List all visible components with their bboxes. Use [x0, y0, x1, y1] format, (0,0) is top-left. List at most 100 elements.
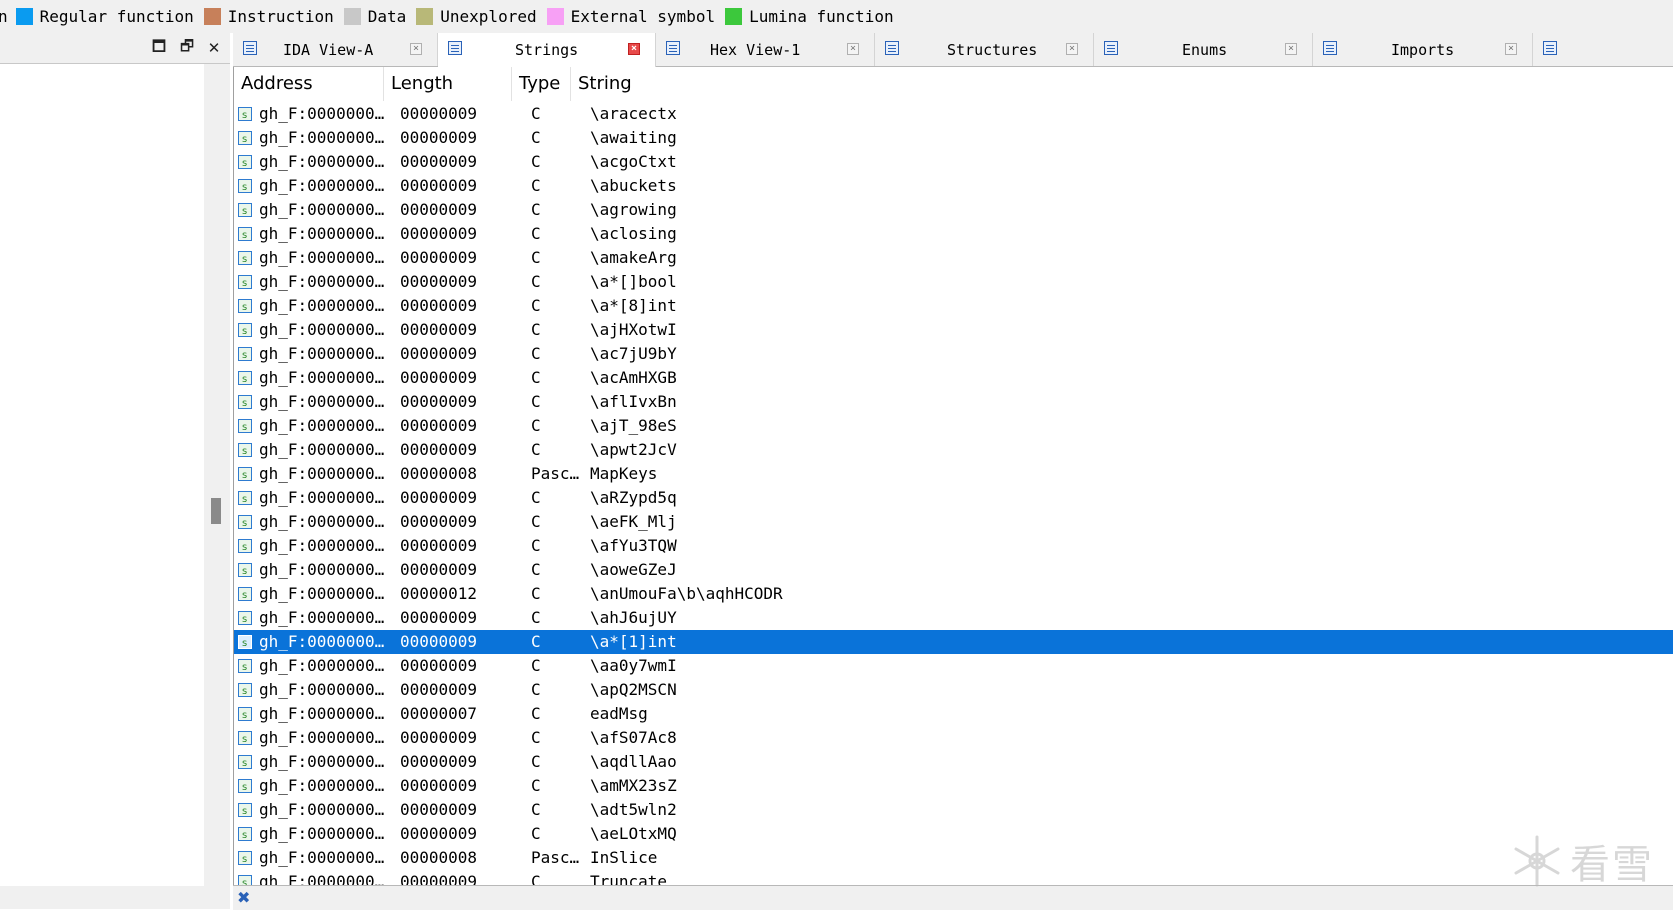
- address-cell: gh_F:0000000…: [259, 320, 385, 339]
- table-row[interactable]: gh_F:0000000… 00000009 C \apwt2JcV: [234, 438, 1673, 464]
- table-row[interactable]: gh_F:0000000… 00000009 C Truncate: [234, 870, 1673, 885]
- table-row[interactable]: gh_F:0000000… 00000009 C \aoweGZeJ: [234, 558, 1673, 584]
- tab-close-icon[interactable]: ×: [1066, 43, 1078, 55]
- table-row[interactable]: gh_F:0000000… 00000009 C \amakeArg: [234, 246, 1673, 272]
- length-cell: 00000009: [400, 392, 478, 411]
- table-row[interactable]: gh_F:0000000… 00000009 C \aa0y7wmI: [234, 654, 1673, 680]
- type-cell: C: [531, 560, 541, 579]
- table-row[interactable]: gh_F:0000000… 00000009 C \aracectx: [234, 102, 1673, 128]
- table-row[interactable]: gh_F:0000000… 00000009 C \agrowing: [234, 198, 1673, 224]
- overflow-tab-icon[interactable]: [1543, 41, 1557, 55]
- tab-close-icon[interactable]: ×: [1505, 43, 1517, 55]
- functions-list[interactable]: [0, 64, 204, 886]
- tab-strings[interactable]: Strings ×: [438, 33, 656, 67]
- column-header-length[interactable]: Length: [384, 67, 512, 101]
- string-cell: \aoweGZeJ: [590, 560, 677, 579]
- address-cell: gh_F:0000000…: [259, 848, 385, 867]
- string-cell: \afYu3TQW: [590, 536, 677, 555]
- tab-imports[interactable]: Imports ×: [1313, 33, 1533, 66]
- table-row[interactable]: gh_F:0000000… 00000009 C \aqdllAao: [234, 750, 1673, 776]
- string-item-icon: [238, 464, 252, 488]
- address-cell: gh_F:0000000…: [259, 824, 385, 843]
- table-row[interactable]: gh_F:0000000… 00000009 C \ac7jU9bY: [234, 342, 1673, 368]
- address-cell: gh_F:0000000…: [259, 704, 385, 723]
- length-cell: 00000009: [400, 200, 478, 219]
- tab-hex-view-1[interactable]: Hex View-1 ×: [656, 33, 875, 66]
- legend-truncated-label: n: [0, 7, 8, 26]
- table-row[interactable]: gh_F:0000000… 00000009 C \apQ2MSCN: [234, 678, 1673, 704]
- table-row[interactable]: gh_F:0000000… 00000009 C \a*[8]int: [234, 294, 1673, 320]
- string-item-icon: [238, 488, 252, 512]
- table-row[interactable]: gh_F:0000000… 00000009 C \ajT_98eS: [234, 414, 1673, 440]
- type-cell: C: [531, 488, 541, 507]
- length-cell: 00000012: [400, 584, 478, 603]
- column-header-type[interactable]: Type: [512, 67, 571, 101]
- tab-label: Strings: [515, 41, 579, 59]
- table-row[interactable]: gh_F:0000000… 00000012 C \anUmouFa\b\aqhHCO…: [234, 582, 1673, 608]
- legend-label: External symbol: [570, 7, 716, 26]
- table-row[interactable]: gh_F:0000000… 00000009 C \afS07Ac8: [234, 726, 1673, 752]
- column-header-string[interactable]: String: [571, 67, 1071, 101]
- table-row[interactable]: gh_F:0000000… 00000009 C \amMX23sZ: [234, 774, 1673, 800]
- tab-enums[interactable]: Enums ×: [1094, 33, 1313, 66]
- address-cell: gh_F:0000000…: [259, 776, 385, 795]
- column-header-address[interactable]: Address: [234, 67, 384, 101]
- functions-panel: 🗖 🗗 ✕: [0, 33, 230, 909]
- tab-close-icon[interactable]: ×: [628, 43, 640, 55]
- table-row[interactable]: gh_F:0000000… 00000009 C \aeLOtxMQ: [234, 822, 1673, 848]
- table-row[interactable]: gh_F:0000000… 00000009 C \aRZypd5q: [234, 486, 1673, 512]
- tab-close-icon[interactable]: ×: [847, 43, 859, 55]
- table-row[interactable]: gh_F:0000000… 00000009 C \abuckets: [234, 174, 1673, 200]
- table-row[interactable]: gh_F:0000000… 00000009 C \aeFK_Mlj: [234, 510, 1673, 536]
- string-item-icon: [238, 680, 252, 704]
- table-row[interactable]: gh_F:0000000… 00000009 C \aflIvxBn: [234, 390, 1673, 416]
- type-cell: C: [531, 584, 541, 603]
- string-item-icon: [238, 656, 252, 680]
- string-cell: \agrowing: [590, 200, 677, 219]
- string-item-icon: [238, 872, 252, 885]
- table-row[interactable]: gh_F:0000000… 00000009 C \adt5wln2: [234, 798, 1673, 824]
- address-cell: gh_F:0000000…: [259, 440, 385, 459]
- close-icon[interactable]: ✕: [203, 37, 225, 59]
- table-row[interactable]: gh_F:0000000… 00000007 CeadMsg: [234, 702, 1673, 728]
- tab-label: Imports: [1391, 41, 1455, 59]
- string-item-icon: [238, 752, 252, 776]
- table-row[interactable]: gh_F:0000000… 00000009 C \a*[]bool: [234, 270, 1673, 296]
- legend-label: Regular function: [39, 7, 194, 26]
- watermark-text: 看雪: [1570, 842, 1654, 888]
- table-row[interactable]: gh_F:0000000… 00000008 Pasc… MapKeys: [234, 462, 1673, 488]
- tab-structures[interactable]: Structures ×: [875, 33, 1094, 66]
- type-cell: C: [531, 656, 541, 675]
- vertical-scrollbar-thumb[interactable]: [211, 498, 221, 524]
- string-item-icon: [238, 392, 252, 416]
- tab-ida-view-a[interactable]: IDA View-A ×: [233, 33, 438, 66]
- table-row[interactable]: gh_F:0000000… 00000009 C \a*[1]int: [234, 630, 1673, 656]
- string-item-icon: [238, 536, 252, 560]
- type-cell: C: [531, 392, 541, 411]
- segment-legend: n Regular function Instruction Data Unexplo…: [0, 0, 1673, 33]
- tab-close-icon[interactable]: ×: [1285, 43, 1297, 55]
- table-row[interactable]: gh_F:0000000… 00000008 Pasc… InSlice: [234, 846, 1673, 872]
- string-cell: \ahJ6ujUY: [590, 608, 677, 627]
- tab-close-icon[interactable]: ×: [410, 43, 422, 55]
- table-row[interactable]: gh_F:0000000… 00000009 C \afYu3TQW: [234, 534, 1673, 560]
- table-row[interactable]: gh_F:0000000… 00000009 C \ahJ6ujUY: [234, 606, 1673, 632]
- legend-item: Lumina function: [725, 7, 894, 26]
- address-cell: gh_F:0000000…: [259, 200, 385, 219]
- table-row[interactable]: gh_F:0000000… 00000009 C \awaiting: [234, 126, 1673, 152]
- table-row[interactable]: gh_F:0000000… 00000009 C \ajHXotwI: [234, 318, 1673, 344]
- maximize-icon[interactable]: 🗖: [148, 37, 170, 59]
- legend-label: Data: [367, 7, 407, 26]
- table-row[interactable]: gh_F:0000000… 00000009 C \aclosing: [234, 222, 1673, 248]
- string-cell: \aflIvxBn: [590, 392, 677, 411]
- table-row[interactable]: gh_F:0000000… 00000009 C \acAmHXGB: [234, 366, 1673, 392]
- close-search-icon[interactable]: ✖: [237, 888, 250, 907]
- length-cell: 00000009: [400, 416, 478, 435]
- restore-icon[interactable]: 🗗: [176, 37, 198, 59]
- type-cell: C: [531, 776, 541, 795]
- type-cell: C: [531, 248, 541, 267]
- length-cell: 00000009: [400, 728, 478, 747]
- type-cell: C: [531, 512, 541, 531]
- table-row[interactable]: gh_F:0000000… 00000009 C \acgoCtxt: [234, 150, 1673, 176]
- legend-label: Instruction: [227, 7, 334, 26]
